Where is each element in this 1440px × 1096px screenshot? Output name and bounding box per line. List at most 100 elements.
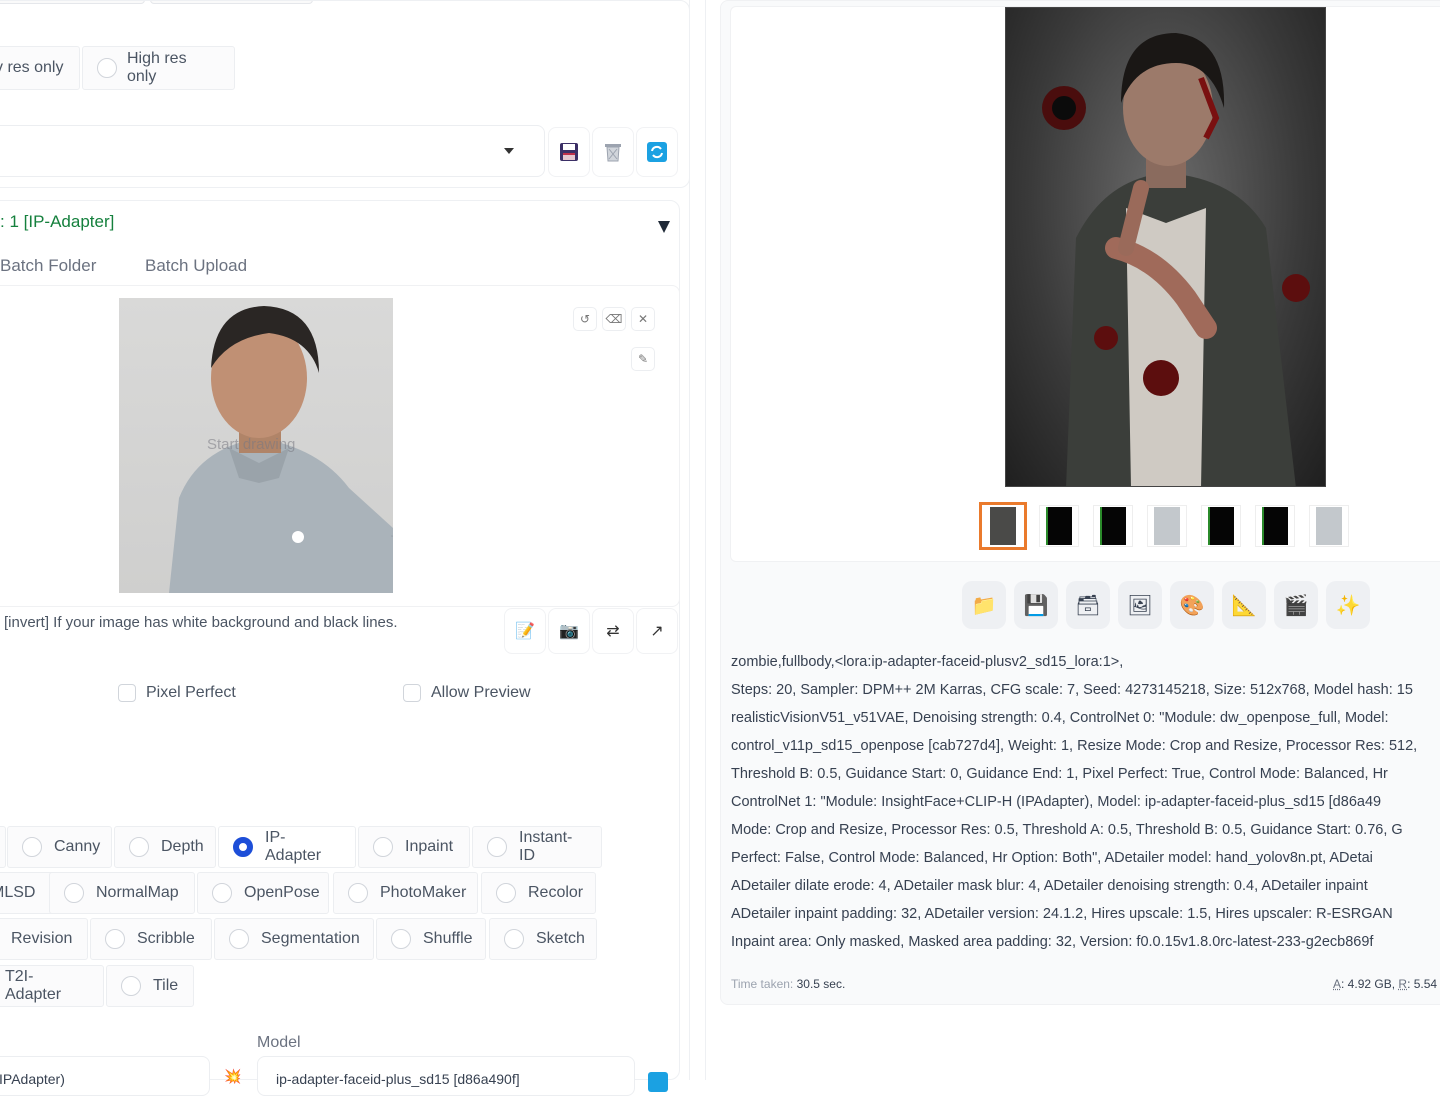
radio-low-res-only[interactable]: v res only xyxy=(0,46,80,90)
preprocessor-value: IPAdapter) xyxy=(0,1071,65,1087)
thumbnail-pose[interactable] xyxy=(1039,505,1079,547)
thumbnail-pose[interactable] xyxy=(1201,505,1241,547)
control-type-t2i-adapter[interactable]: T2I-Adapter xyxy=(0,965,104,1007)
radio-label: Sketch xyxy=(536,930,585,947)
time-taken-value: 30.5 sec. xyxy=(796,977,846,991)
thumbnail-pose[interactable] xyxy=(1255,505,1295,547)
edit-image-button[interactable]: 📝 xyxy=(504,608,546,654)
camera-icon: 📷 xyxy=(559,623,579,640)
vram-reserved-label: R xyxy=(1398,977,1408,991)
thumbnail-portrait[interactable] xyxy=(1147,505,1187,547)
brush-cursor-icon xyxy=(292,531,304,543)
generation-info-line: ADetailer dilate erode: 4, ADetailer mas… xyxy=(731,878,1368,894)
control-type-depth[interactable]: Depth xyxy=(114,826,216,868)
send-to-video-button[interactable]: 🎬 xyxy=(1274,581,1318,629)
pixel-perfect-checkbox[interactable]: Pixel Perfect xyxy=(118,684,236,702)
control-type-inpaint[interactable]: Inpaint xyxy=(358,826,470,868)
refresh-presets-button[interactable] xyxy=(636,127,678,177)
floppy-disk-icon: 💾 xyxy=(1023,594,1049,617)
control-type-instant-id[interactable]: Instant-ID xyxy=(472,826,602,868)
thumbnail-image xyxy=(1100,507,1126,545)
webcam-button[interactable]: 📷 xyxy=(548,608,590,654)
reference-portrait-image[interactable]: Start drawing xyxy=(119,298,393,593)
control-type-revision[interactable]: Revision xyxy=(0,918,88,960)
zip-button[interactable]: 🗃 xyxy=(1066,581,1110,629)
send-to-img2img-button[interactable]: 🖼 xyxy=(1118,581,1162,629)
radio-high-res-only[interactable]: High res only xyxy=(82,46,235,90)
radio-label: MLSD xyxy=(0,884,36,901)
save-preset-button[interactable] xyxy=(548,127,590,177)
radio-circle-icon xyxy=(105,929,125,949)
radio-label: Tile xyxy=(153,977,179,994)
thumbnail-result[interactable] xyxy=(979,502,1027,550)
checkbox-icon xyxy=(403,684,421,702)
radio-circle-icon xyxy=(391,929,411,949)
archive-icon: 🗃 xyxy=(1075,594,1101,617)
run-preprocessor-icon[interactable]: 💥 xyxy=(224,1068,241,1085)
control-type-photomaker[interactable]: PhotoMaker xyxy=(333,872,478,914)
allow-preview-checkbox[interactable]: Allow Preview xyxy=(403,684,531,702)
control-type-scribble[interactable]: Scribble xyxy=(90,918,212,960)
swap-button[interactable]: ⇄ xyxy=(592,608,634,654)
vram-reserved-value: : 5.54 xyxy=(1407,977,1438,991)
thumbnail-portrait[interactable] xyxy=(1309,505,1349,547)
unit-title[interactable]: : 1 [IP-Adapter] xyxy=(0,212,114,232)
brush-button[interactable]: ✎ xyxy=(631,347,655,371)
preprocessor-select[interactable]: IPAdapter) xyxy=(0,1056,210,1096)
thumbnail-image xyxy=(1262,507,1288,545)
tab-batch-upload[interactable]: Batch Upload xyxy=(145,256,247,276)
panel-divider xyxy=(705,0,706,1080)
clapperboard-icon: 🎬 xyxy=(1283,594,1309,617)
send-to-extras-button[interactable]: 📐 xyxy=(1222,581,1266,629)
canvas-hint: Start drawing xyxy=(207,436,296,453)
radio-label: v res only xyxy=(0,59,64,76)
send-to-inpaint-button[interactable]: 🎨 xyxy=(1170,581,1214,629)
generated-image[interactable] xyxy=(1005,7,1326,487)
refresh-models-icon[interactable] xyxy=(648,1072,668,1092)
thumbnail-image xyxy=(1154,507,1180,545)
thumbnail-pose[interactable] xyxy=(1093,505,1133,547)
palette-icon: 🎨 xyxy=(1179,594,1205,617)
control-type-normalmap[interactable]: NormalMap xyxy=(49,872,195,914)
upscale-button[interactable]: ✨ xyxy=(1326,581,1370,629)
control-type-sketch[interactable]: Sketch xyxy=(489,918,597,960)
radio-circle-icon xyxy=(229,929,249,949)
radio-circle-icon xyxy=(97,58,117,78)
thumbnail-image xyxy=(1046,507,1072,545)
clear-canvas-button[interactable]: ✕ xyxy=(631,307,655,331)
eraser-button[interactable]: ⌫ xyxy=(602,307,626,331)
control-type-openpose[interactable]: OpenPose xyxy=(197,872,329,914)
radio-circle-icon xyxy=(64,883,84,903)
radio-label: Instant-ID xyxy=(519,829,573,864)
control-type-mlsd[interactable]: MLSD xyxy=(0,872,56,914)
thumbnail-image xyxy=(1316,507,1342,545)
radio-label: Canny xyxy=(54,838,101,855)
control-type-tile[interactable]: Tile xyxy=(106,965,194,1007)
brush-icon: ✎ xyxy=(637,352,649,366)
undo-button[interactable]: ↺ xyxy=(573,307,597,331)
control-type-recolor[interactable]: Recolor xyxy=(481,872,596,914)
checkbox-icon xyxy=(118,684,136,702)
open-folder-button[interactable]: 📁 xyxy=(962,581,1006,629)
time-taken-label: Time taken: xyxy=(731,977,794,991)
save-image-button[interactable]: 💾 xyxy=(1014,581,1058,629)
tab-batch-folder[interactable]: Batch Folder xyxy=(0,256,96,276)
control-type-segmentation[interactable]: Segmentation xyxy=(214,918,374,960)
control-type-canny[interactable]: Canny xyxy=(7,826,112,868)
control-type-all[interactable] xyxy=(0,826,6,868)
delete-preset-button[interactable] xyxy=(592,127,634,177)
triangle-ruler-icon: 📐 xyxy=(1231,594,1257,617)
send-dimensions-button[interactable]: ↗ xyxy=(636,608,678,654)
edit-document-icon: 📝 xyxy=(515,623,535,640)
radio-circle-icon xyxy=(348,883,368,903)
checkbox-label: Pixel Perfect xyxy=(146,684,236,701)
control-type-ip-adapter[interactable]: IP-Adapter xyxy=(218,826,356,868)
preset-dropdown[interactable] xyxy=(0,125,545,177)
radio-circle-icon xyxy=(496,883,516,903)
collapse-triangle-icon[interactable] xyxy=(658,221,670,233)
model-select[interactable]: ip-adapter-faceid-plus_sd15 [d86a490f] xyxy=(257,1056,635,1096)
radio-label: Depth xyxy=(161,838,204,855)
control-type-shuffle[interactable]: Shuffle xyxy=(376,918,486,960)
radio-label: PhotoMaker xyxy=(380,884,467,901)
radio-label: Recolor xyxy=(528,884,584,901)
